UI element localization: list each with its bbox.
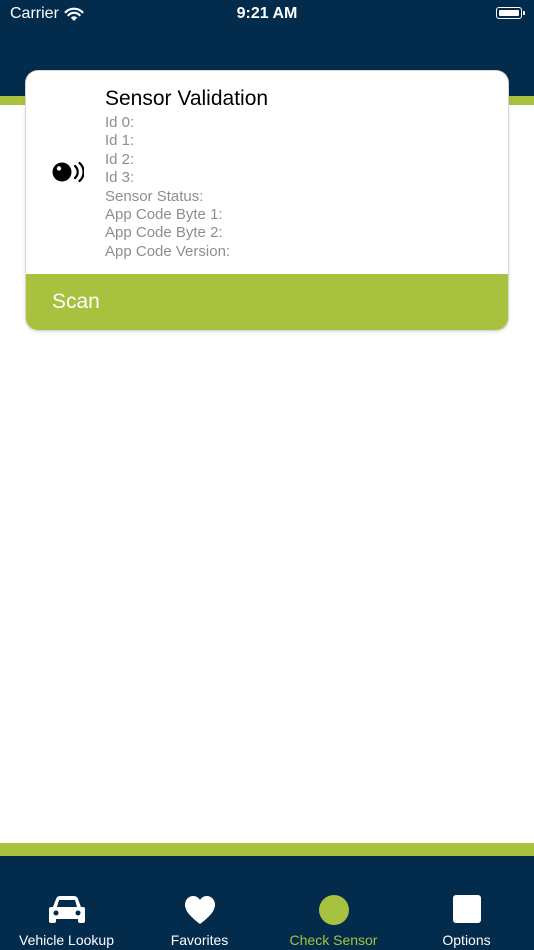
field-sensor-status: Sensor Status: — [105, 187, 204, 205]
tab-bar-accent-stripe — [0, 843, 534, 856]
sensor-signal-icon — [52, 161, 84, 183]
card-title: Sensor Validation — [105, 87, 269, 110]
status-time: 9:21 AM — [236, 5, 298, 22]
sensor-validation-card: Sensor Validation Id 0: Id 1: Id 2: Id 3… — [26, 71, 508, 330]
field-app-code-byte-1: App Code Byte 1: — [105, 206, 223, 224]
tab-vehicle-lookup[interactable]: Vehicle Lookup — [0, 856, 133, 950]
tab-vehicle-lookup-label: Vehicle Lookup — [19, 932, 114, 948]
scan-button[interactable]: Scan — [26, 274, 508, 330]
battery-icon — [496, 7, 525, 19]
field-app-code-byte-2: App Code Byte 2: — [105, 224, 223, 242]
tab-bar: Vehicle Lookup Favorites Check Sensor Op… — [0, 856, 534, 950]
field-id-1: Id 1: — [105, 132, 135, 150]
field-app-code-version: App Code Version: — [105, 242, 231, 260]
circle-icon — [318, 895, 349, 925]
field-id-0: Id 0: — [105, 114, 135, 131]
tab-favorites-label: Favorites — [170, 932, 229, 948]
square-icon — [452, 895, 481, 923]
tab-options[interactable]: Options — [400, 856, 533, 950]
card-body: Sensor Validation Id 0: Id 1: Id 2: Id 3… — [105, 85, 498, 261]
car-icon — [48, 896, 85, 923]
tab-check-sensor[interactable]: Check Sensor — [267, 856, 400, 950]
tab-check-sensor-label: Check Sensor — [289, 932, 378, 948]
heart-icon — [184, 896, 215, 924]
tab-favorites[interactable]: Favorites — [133, 856, 266, 950]
status-bar: Carrier 9:21 AM — [0, 0, 534, 28]
tab-options-label: Options — [442, 932, 491, 948]
field-id-2: Id 2: — [105, 150, 135, 168]
field-id-3: Id 3: — [105, 169, 135, 187]
